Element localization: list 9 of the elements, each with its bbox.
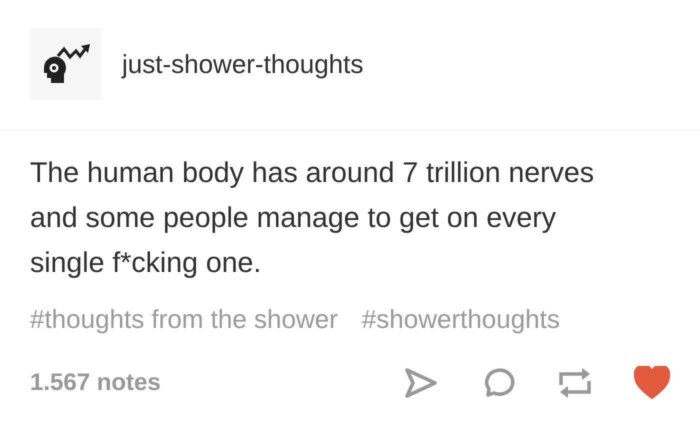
tag-link[interactable]: #thoughts from the shower: [30, 304, 338, 335]
post-text: The human body has around 7 trillion nerves and some people manage to get on every single f*cking one.: [29, 156, 596, 281]
blog-name[interactable]: just-shower-thoughts: [122, 48, 364, 80]
blog-avatar[interactable]: [30, 28, 102, 100]
heart-icon[interactable]: [634, 366, 670, 400]
tag-link[interactable]: #showerthoughts: [362, 304, 560, 335]
reblog-icon[interactable]: [558, 365, 592, 401]
send-icon[interactable]: [404, 367, 438, 399]
notes-count[interactable]: 1.567 notes: [30, 369, 404, 397]
